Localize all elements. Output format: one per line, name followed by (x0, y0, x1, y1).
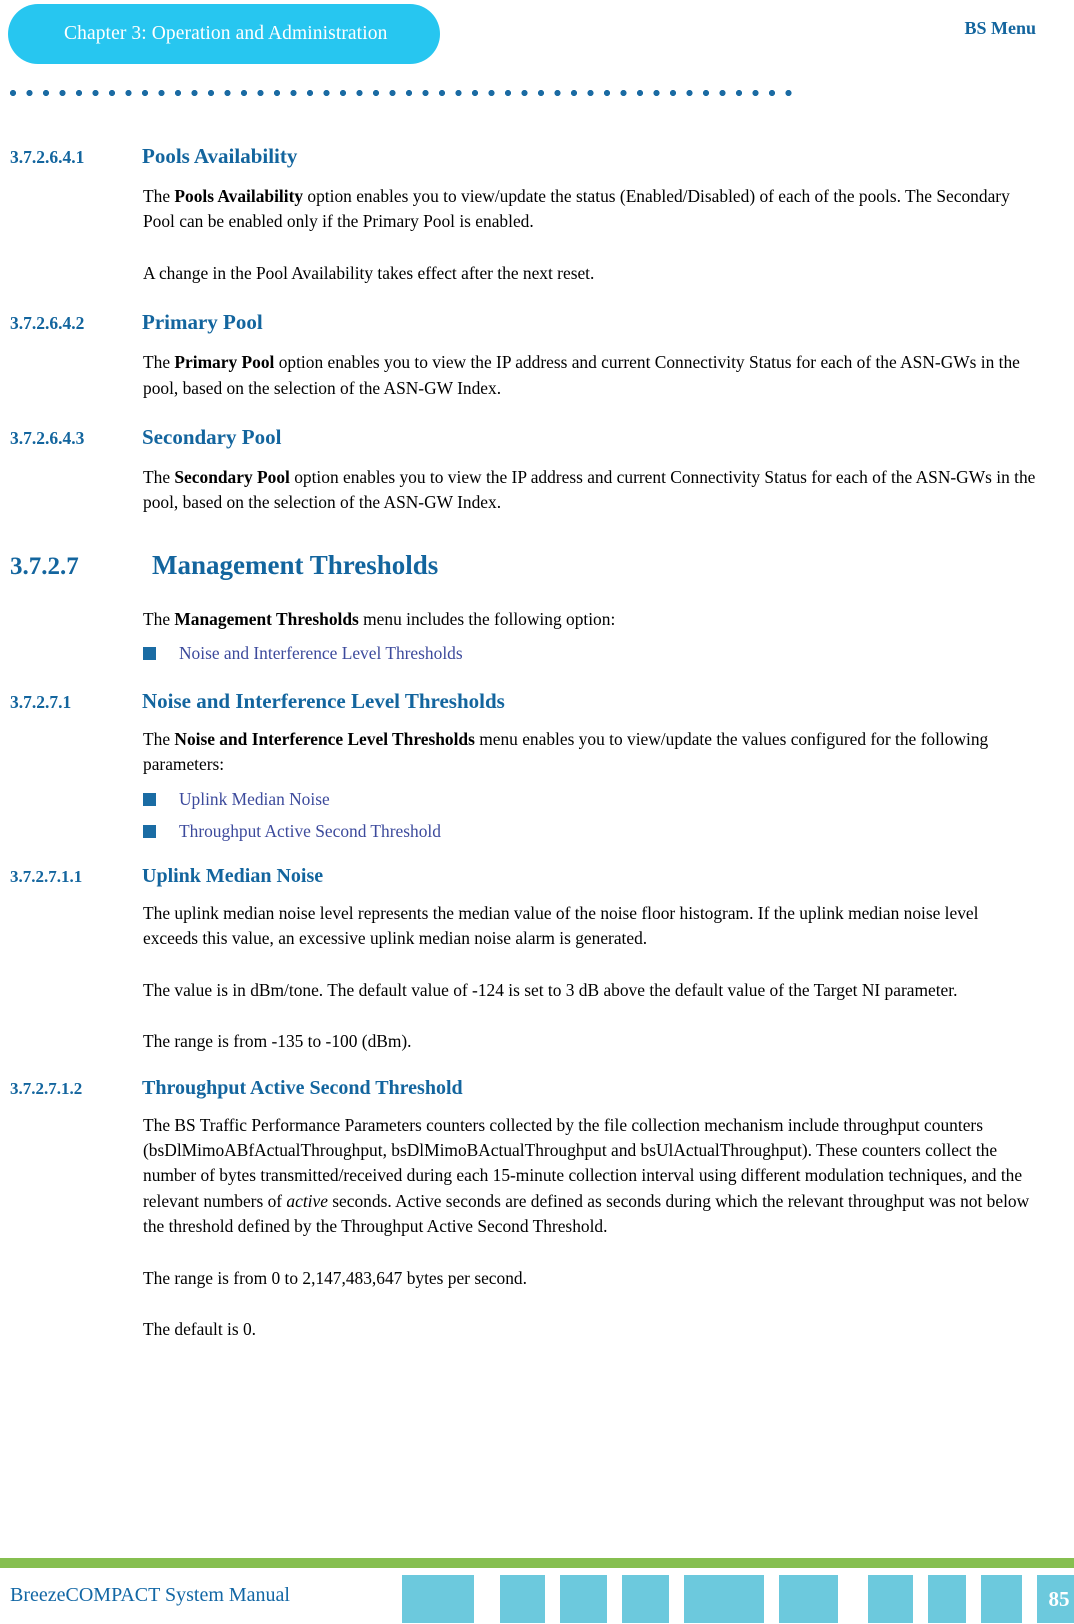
section-number: 3.7.2.6.4.2 (10, 313, 85, 334)
section-title: Management Thresholds (152, 549, 439, 580)
header-dotted-divider (10, 89, 796, 97)
emphasis-management-thresholds: Management Thresholds (174, 608, 359, 629)
list-item[interactable]: Noise and Interference Level Thresholds (143, 642, 1036, 665)
section-title: Primary Pool (142, 310, 263, 335)
emphasis-active: active (286, 1190, 328, 1211)
section-title: Throughput Active Second Threshold (142, 1076, 463, 1099)
paragraph-uplink-median-noise-2: The value is in dBm/tone. The default va… (143, 979, 958, 1000)
paragraph-throughput-1: The BS Traffic Performance Parameters co… (143, 1113, 1036, 1240)
page-footer: BreezeCOMPACT System Manual 85 (0, 1558, 1074, 1624)
paragraph-uplink-median-noise-1: The uplink median noise level represents… (143, 902, 979, 949)
footer-block (500, 1575, 545, 1623)
section-heading-noise-interference-thresholds: 3.7.2.7.1 Noise and Interference Level T… (0, 689, 1074, 714)
section-title: Secondary Pool (142, 425, 282, 450)
chapter-title-pill: Chapter 3: Operation and Administration (8, 4, 440, 64)
paragraph-secondary-pool: The Secondary Pool option enables you to… (143, 465, 1036, 516)
section-heading-management-thresholds: 3.7.2.7 Management Thresholds (0, 550, 1074, 581)
section-heading-pools-availability: 3.7.2.6.4.1 Pools Availability (0, 144, 1074, 169)
emphasis-pools-availability: Pools Availability (174, 186, 304, 206)
emphasis-noise-thresholds: Noise and Interference Level Thresholds (174, 728, 475, 749)
paragraph-throughput-2: The range is from 0 to 2,147,483,647 byt… (143, 1267, 527, 1288)
paragraph-management-thresholds: The Management Thresholds menu includes … (143, 607, 1036, 632)
bullet-square-icon (143, 825, 156, 839)
footer-block (981, 1575, 1022, 1623)
section-title: Uplink Median Noise (142, 864, 324, 887)
footer-green-bar (0, 1558, 1074, 1568)
header-section-label: BS Menu (964, 18, 1036, 38)
footer-block (560, 1575, 607, 1623)
list-item-label: Throughput Active Second Threshold (179, 821, 441, 842)
emphasis-secondary-pool: Secondary Pool (174, 467, 290, 488)
paragraph-pools-availability-1: The Pools Availability option enables yo… (143, 184, 1036, 235)
document-body: 3.7.2.6.4.1 Pools Availability The Pools… (0, 120, 1074, 1342)
section-number: 3.7.2.6.4.1 (10, 147, 85, 167)
section-number: 3.7.2.7 (10, 552, 79, 580)
paragraph-uplink-median-noise-3: The range is from -135 to -100 (dBm). (143, 1031, 412, 1052)
footer-block (868, 1575, 913, 1623)
manual-title-label: BreezeCOMPACT System Manual (10, 1584, 290, 1606)
list-item-label: Noise and Interference Level Thresholds (179, 643, 463, 664)
section-title: Pools Availability (142, 144, 298, 168)
text-fragment: menu includes the following option: (358, 608, 616, 629)
footer-decorative-blocks: 85 (402, 1575, 1074, 1623)
page-header: Chapter 3: Operation and Administration … (0, 0, 1074, 120)
bullet-square-icon (143, 647, 156, 661)
text-fragment: The (143, 608, 175, 629)
list-item-label: Uplink Median Noise (179, 788, 330, 809)
footer-block (684, 1575, 764, 1623)
footer-block (928, 1575, 966, 1623)
emphasis-primary-pool: Primary Pool (174, 352, 275, 373)
bullet-square-icon (143, 792, 156, 806)
section-heading-secondary-pool: 3.7.2.6.4.3 Secondary Pool (0, 425, 1074, 450)
text-fragment: The (143, 467, 175, 488)
section-number: 3.7.2.7.1 (10, 691, 72, 712)
section-heading-primary-pool: 3.7.2.6.4.2 Primary Pool (0, 310, 1074, 335)
chapter-title-label: Chapter 3: Operation and Administration (64, 23, 388, 44)
section-heading-throughput-active-second-threshold: 3.7.2.7.1.2 Throughput Active Second Thr… (0, 1077, 1074, 1100)
section-title: Noise and Interference Level Thresholds (142, 688, 505, 713)
list-item[interactable]: Uplink Median Noise (143, 788, 1036, 811)
section-number: 3.7.2.6.4.3 (10, 428, 85, 449)
text-fragment: option enables you to view the IP addres… (143, 352, 1020, 398)
page-number: 85 (1048, 1587, 1070, 1611)
page-number-block: 85 (1037, 1575, 1074, 1623)
list-item[interactable]: Throughput Active Second Threshold (143, 820, 1036, 843)
paragraph-throughput-3: The default is 0. (143, 1319, 257, 1339)
text-fragment: The (143, 186, 175, 206)
text-fragment: The (143, 352, 175, 373)
paragraph-primary-pool: The Primary Pool option enables you to v… (143, 350, 1036, 401)
paragraph-pools-availability-2: A change in the Pool Availability takes … (143, 262, 595, 283)
section-number: 3.7.2.7.1.1 (10, 866, 83, 886)
section-heading-uplink-median-noise: 3.7.2.7.1.1 Uplink Median Noise (0, 865, 1074, 888)
footer-block (402, 1575, 474, 1623)
text-fragment: The (143, 728, 175, 749)
footer-block (779, 1575, 838, 1623)
footer-block (622, 1575, 669, 1623)
section-number: 3.7.2.7.1.2 (10, 1078, 83, 1098)
paragraph-noise-interference-thresholds: The Noise and Interference Level Thresho… (143, 727, 1036, 778)
